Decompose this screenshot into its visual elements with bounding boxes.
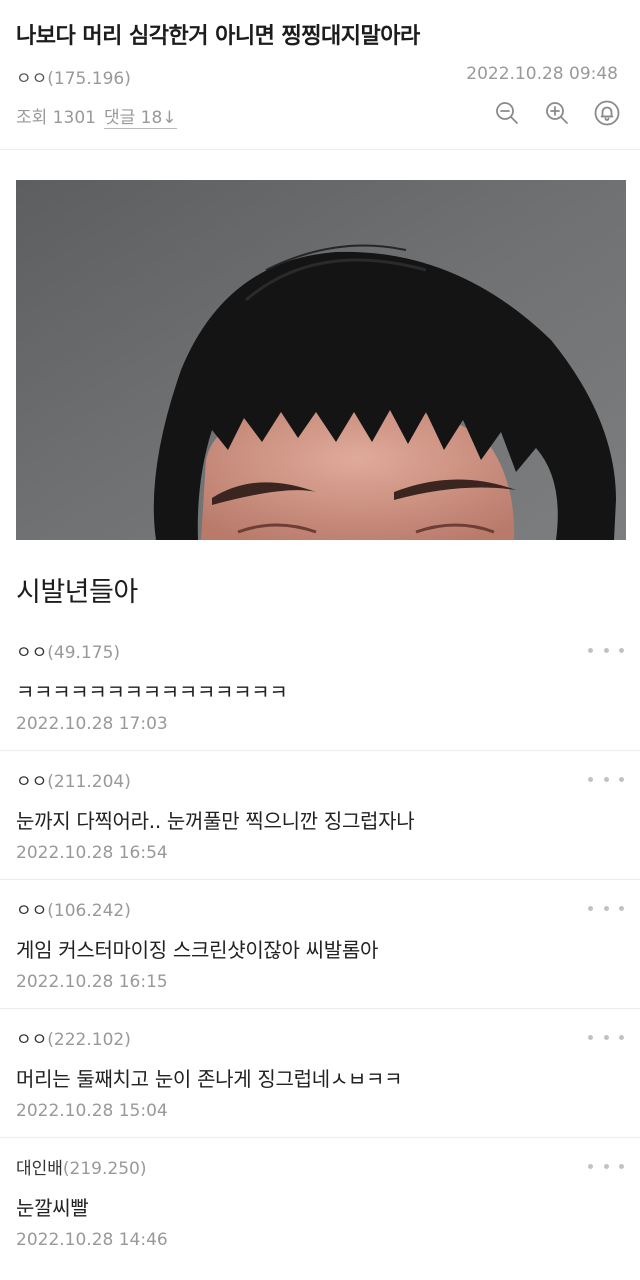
more-options-icon[interactable]: [588, 1154, 624, 1178]
comment-nick[interactable]: 대인배: [16, 1159, 63, 1179]
post-title: 나보다 머리 심각한거 아니면 찡찡대지말아라: [16, 24, 420, 49]
comment-item: ㅇㅇ(211.204) 눈까지 다찍어라.. 눈꺼풀만 찍으니깐 징그럽자나 2…: [0, 751, 640, 880]
more-options-icon[interactable]: [588, 1025, 624, 1049]
zoom-out-icon[interactable]: [492, 98, 522, 128]
zoom-in-icon[interactable]: [542, 98, 572, 128]
comment-author[interactable]: ㅇㅇ(222.102): [16, 1025, 131, 1050]
comment-item: ㅇㅇ(222.102) 머리는 둘째치고 눈이 존나게 징그럽네ㅅㅂㅋㅋ 202…: [0, 1009, 640, 1138]
comment-text: ㅋㅋㅋㅋㅋㅋㅋㅋㅋㅋㅋㅋㅋㅋㅋ: [16, 680, 288, 704]
comment-ip: (222.102): [47, 1030, 131, 1050]
post-image: [16, 180, 626, 540]
comment-date: 2022.10.28 16:54: [16, 843, 168, 863]
comment-date: 2022.10.28 15:04: [16, 1101, 168, 1121]
comment-list: ㅇㅇ(49.175) ㅋㅋㅋㅋㅋㅋㅋㅋㅋㅋㅋㅋㅋㅋㅋ 2022.10.28 17…: [0, 622, 640, 1267]
comment-item: 대인배(219.250) 눈깔씨빨 2022.10.28 14:46: [0, 1138, 640, 1267]
comment-text: 머리는 둘째치고 눈이 존나게 징그럽네ㅅㅂㅋㅋ: [16, 1067, 403, 1091]
comment-date: 2022.10.28 14:46: [16, 1230, 168, 1250]
comment-count-link[interactable]: 댓글 18↓: [103, 108, 177, 129]
comment-date: 2022.10.28 17:03: [16, 714, 168, 734]
comment-item: ㅇㅇ(106.242) 게임 커스터마이징 스크린샷이잖아 씨발롬아 2022.…: [0, 880, 640, 1009]
comment-nick[interactable]: ㅇㅇ: [16, 1030, 47, 1050]
bell-icon[interactable]: [592, 98, 622, 128]
author-ip: (175.196): [47, 69, 131, 89]
comment-author[interactable]: ㅇㅇ(211.204): [16, 767, 131, 792]
view-count: 조회 1301: [16, 108, 96, 128]
post-author[interactable]: ㅇㅇ(175.196): [16, 64, 131, 89]
comment-author[interactable]: ㅇㅇ(49.175): [16, 638, 120, 663]
post-body-text: 시발년들아: [16, 577, 138, 608]
post-toolbar: [492, 98, 622, 128]
author-nick[interactable]: ㅇㅇ: [16, 69, 47, 89]
more-options-icon[interactable]: [588, 767, 624, 791]
comment-text: 눈깔씨빨: [16, 1196, 89, 1220]
comment-nick[interactable]: ㅇㅇ: [16, 901, 47, 921]
comment-nick[interactable]: ㅇㅇ: [16, 772, 47, 792]
comment-ip: (211.204): [47, 772, 131, 792]
more-options-icon[interactable]: [588, 896, 624, 920]
comment-text: 눈까지 다찍어라.. 눈꺼풀만 찍으니깐 징그럽자나: [16, 809, 415, 833]
comment-date: 2022.10.28 16:15: [16, 972, 168, 992]
comment-ip: (49.175): [47, 643, 121, 663]
comment-nick[interactable]: ㅇㅇ: [16, 643, 47, 663]
comment-ip: (219.250): [62, 1159, 147, 1179]
comment-author[interactable]: 대인배(219.250): [16, 1154, 147, 1179]
comment-author[interactable]: ㅇㅇ(106.242): [16, 896, 131, 921]
comment-item: ㅇㅇ(49.175) ㅋㅋㅋㅋㅋㅋㅋㅋㅋㅋㅋㅋㅋㅋㅋ 2022.10.28 17…: [0, 622, 640, 751]
comment-text: 게임 커스터마이징 스크린샷이잖아 씨발롬아: [16, 938, 379, 962]
post-stats: 조회 1301 댓글 18↓: [16, 103, 177, 129]
more-options-icon[interactable]: [588, 638, 624, 662]
comment-ip: (106.242): [47, 901, 131, 921]
post-header: 나보다 머리 심각한거 아니면 찡찡대지말아라 ㅇㅇ(175.196) 2022…: [0, 0, 640, 150]
post-date: 2022.10.28 09:48: [466, 64, 618, 84]
